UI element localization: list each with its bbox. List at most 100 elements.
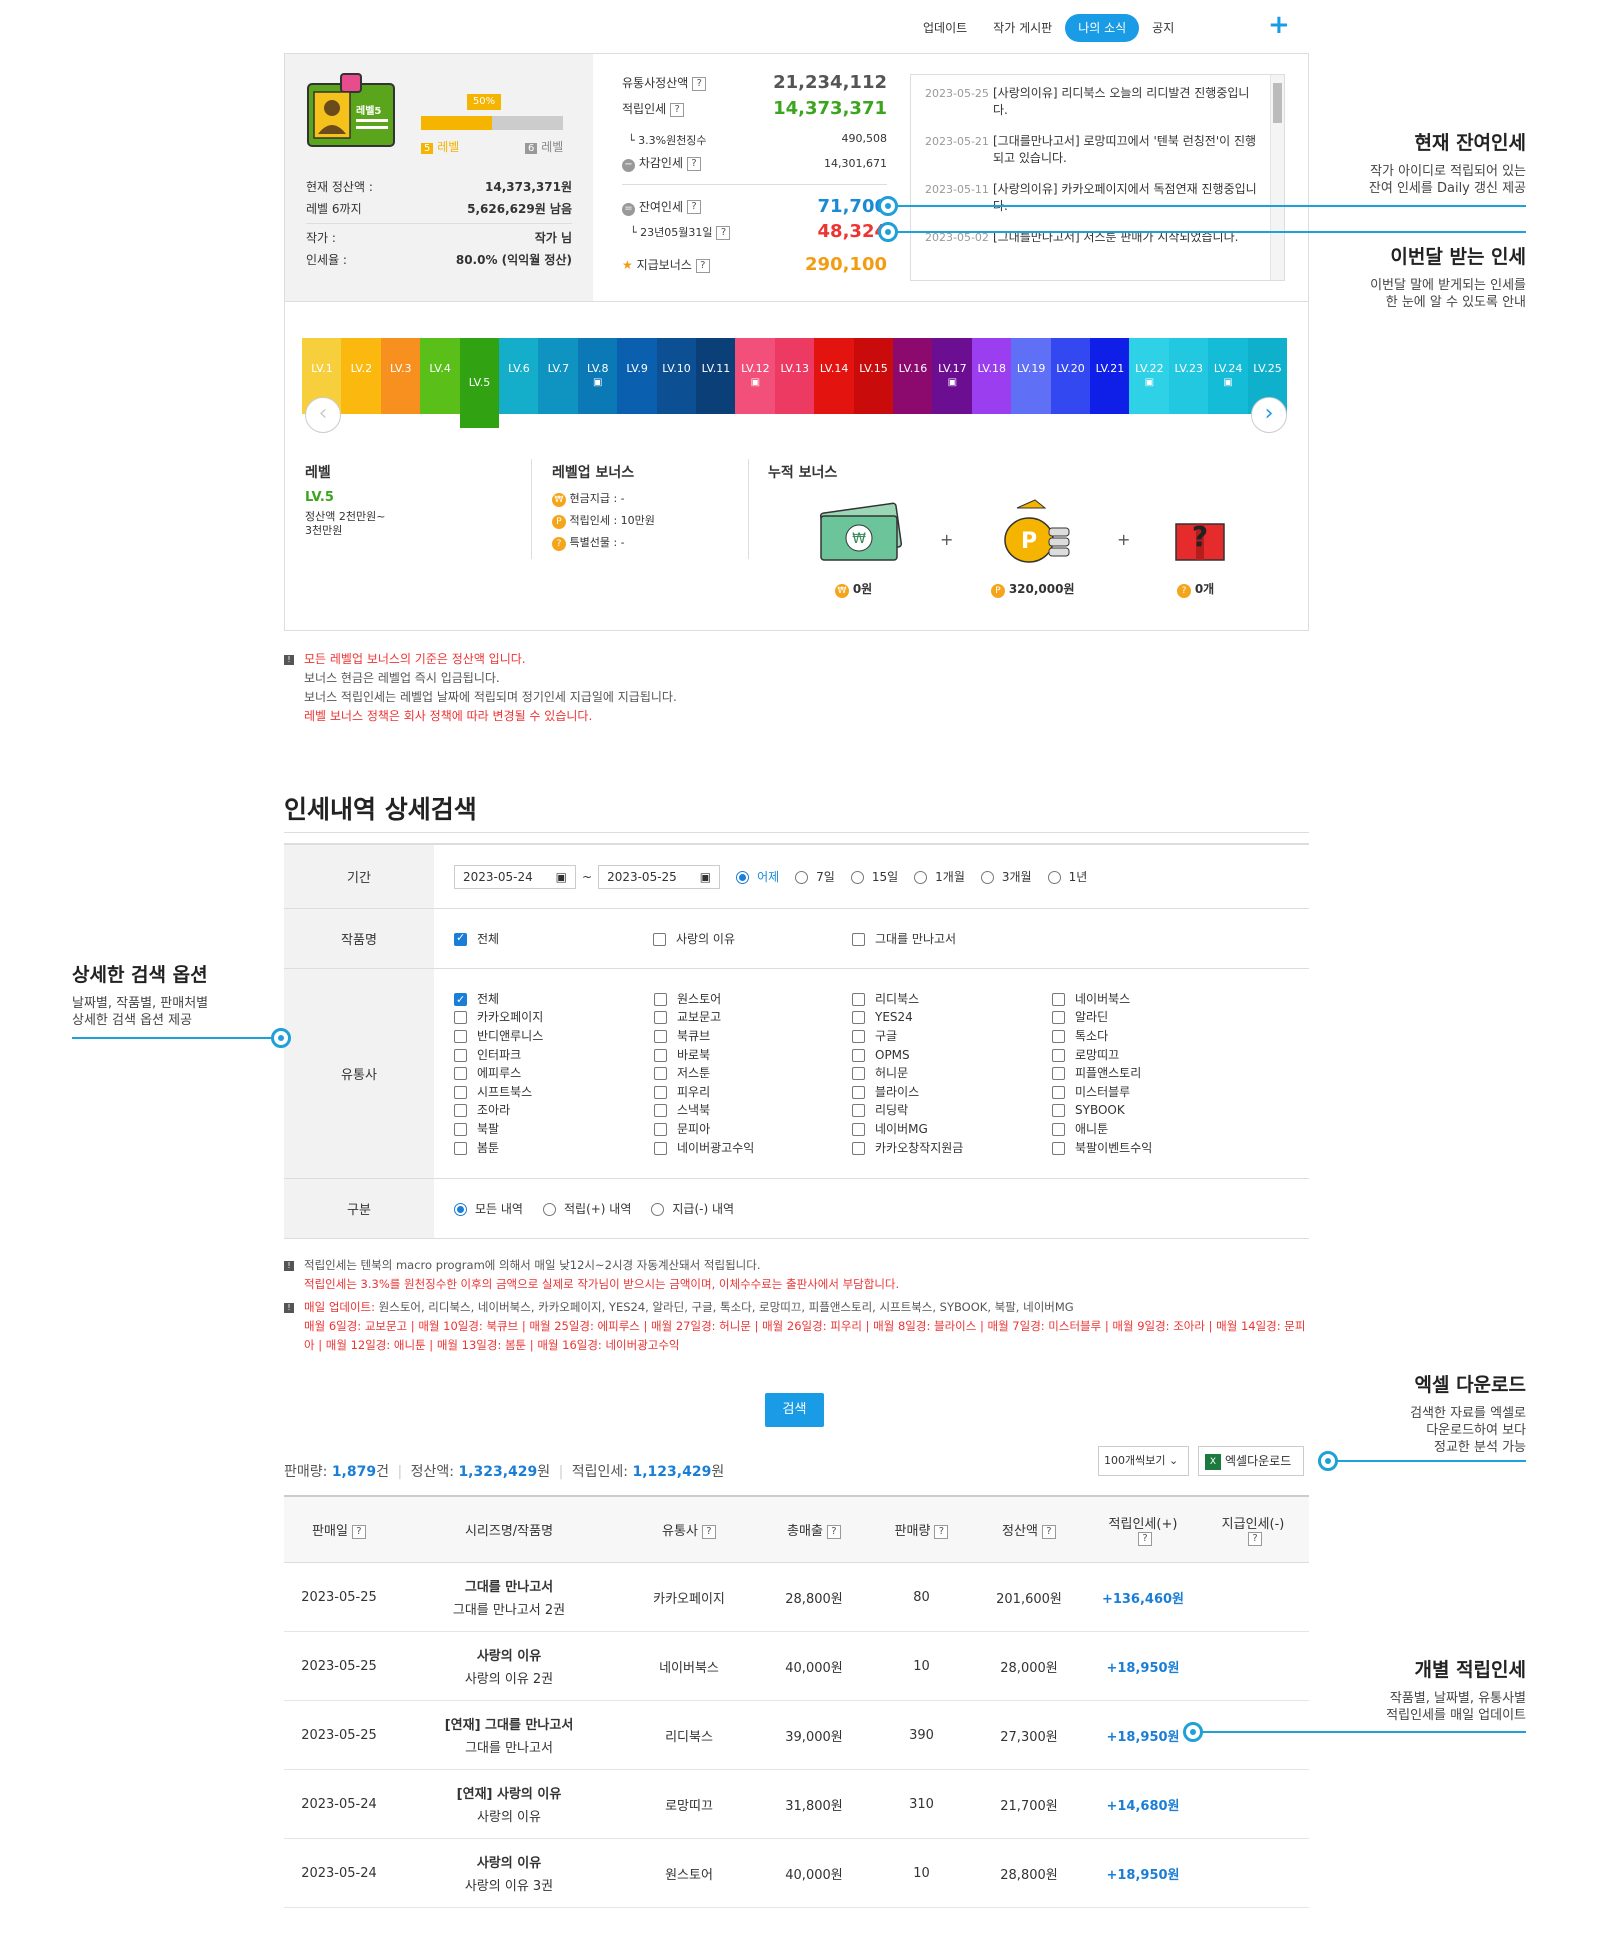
- distributor-checkbox[interactable]: 시프트북스: [454, 1083, 654, 1102]
- distributor-checkbox[interactable]: 미스터블루: [1052, 1083, 1252, 1102]
- distributor-checkbox[interactable]: OPMS: [852, 1046, 1052, 1065]
- distributor-checkbox[interactable]: 네이버MG: [852, 1120, 1052, 1139]
- distributor-checkbox[interactable]: 구글: [852, 1027, 1052, 1046]
- distributor-checkbox[interactable]: 피우리: [654, 1083, 852, 1102]
- distributor-checkbox[interactable]: 원스토어: [654, 990, 852, 1009]
- settle-amount: 28,000원: [1000, 1660, 1058, 1676]
- distributor-checkbox[interactable]: 스낵북: [654, 1101, 852, 1120]
- distributor-checkbox[interactable]: 애니툰: [1052, 1120, 1252, 1139]
- distributor-checkbox[interactable]: 에피루스: [454, 1064, 654, 1083]
- period-1y[interactable]: 1년: [1047, 868, 1087, 885]
- period-3m[interactable]: 3개월: [980, 868, 1032, 885]
- date-to-input[interactable]: 2023-05-25 ▣: [598, 864, 721, 889]
- sale-date: 2023-05-24: [301, 1796, 377, 1812]
- help-icon[interactable]: ?: [1041, 1524, 1056, 1539]
- distributor-label: 유통사: [284, 969, 434, 1178]
- distributor-checkbox[interactable]: 교보문고: [654, 1008, 852, 1027]
- distributor-checkbox[interactable]: 인터파크: [454, 1046, 654, 1065]
- notice-item[interactable]: 2023-05-25 [사랑의이유] 리디북스 오늘의 리디발견 진행중입니다.: [911, 85, 1284, 123]
- nav-update[interactable]: 업데이트: [910, 14, 980, 42]
- cum-gift-value: ? 0개: [1177, 580, 1214, 598]
- distributor-checkbox[interactable]: 저스툰: [654, 1064, 852, 1083]
- help-icon[interactable]: ?: [1138, 1532, 1152, 1546]
- period-yesterday[interactable]: 어제: [736, 868, 779, 885]
- distributor-checkbox[interactable]: 문피아: [654, 1120, 852, 1139]
- nav-author-board[interactable]: 작가 게시판: [980, 14, 1065, 42]
- excel-download-button[interactable]: X 엑셀다운로드: [1198, 1446, 1304, 1476]
- level-cell: LV.5: [459, 338, 500, 428]
- notice-item[interactable]: 2023-05-11[사랑의이유] 카카오페이지에서 독점연재 진행중입니다.: [911, 181, 1284, 219]
- distributor-checkbox[interactable]: 전체: [454, 990, 654, 1009]
- distributor-checkbox[interactable]: 북팔: [454, 1120, 654, 1139]
- distributor-checkbox[interactable]: SYBOOK: [1052, 1101, 1252, 1120]
- type-minus-radio[interactable]: 지급(-) 내역: [651, 1200, 734, 1217]
- type-plus-radio[interactable]: 적립(+) 내역: [542, 1200, 631, 1217]
- distributor-checkbox[interactable]: 톡소다: [1052, 1027, 1252, 1046]
- distributor: 리디북스: [665, 1729, 713, 1745]
- nav-notice[interactable]: 공지: [1139, 14, 1187, 42]
- distributor-checkbox[interactable]: 피플앤스토리: [1052, 1064, 1252, 1083]
- help-icon[interactable]: ?: [687, 156, 701, 171]
- distributor-checkbox[interactable]: 로망띠끄: [1052, 1046, 1252, 1065]
- callout-dot: [271, 1028, 291, 1048]
- date-from-input[interactable]: 2023-05-24 ▣: [454, 864, 576, 889]
- total-sales: 28,800원: [785, 1591, 843, 1607]
- period-7d[interactable]: 7일: [795, 868, 835, 885]
- distributor-checkbox[interactable]: 카카오창작지원금: [852, 1139, 1052, 1158]
- table-row[interactable]: 2023-05-25 그대를 만나고서 그대를 만나고서 2권 카카오페이지 28,80…: [284, 1563, 1309, 1632]
- distributor-checkbox[interactable]: 조아라: [454, 1101, 654, 1120]
- help-icon[interactable]: ?: [716, 225, 731, 240]
- table-row[interactable]: 2023-05-25 사랑의 이유 사랑의 이유 2권 네이버북스 40,000원 10 2…: [284, 1632, 1309, 1701]
- distributor-checkbox[interactable]: 카카오페이지: [454, 1008, 654, 1027]
- table-row[interactable]: 2023-05-25 [연재] 그대를 만나고서 그대를 만나고서 리디북스 39,00…: [284, 1701, 1309, 1770]
- period-15d[interactable]: 15일: [850, 868, 898, 885]
- distributor-checkbox[interactable]: 리디북스: [852, 990, 1052, 1009]
- notice-scrollbar[interactable]: [1270, 75, 1284, 280]
- distributor-checkbox[interactable]: 바로북: [654, 1046, 852, 1065]
- chevron-left-icon[interactable]: ‹: [305, 397, 341, 433]
- work-checkbox[interactable]: 그대를 만나고서: [852, 930, 956, 947]
- help-icon[interactable]: ?: [692, 76, 707, 91]
- distributor-checkbox[interactable]: 북큐브: [654, 1027, 852, 1046]
- help-icon[interactable]: ?: [687, 200, 701, 214]
- sale-date: 2023-05-25: [301, 1658, 377, 1674]
- nav-my-news[interactable]: 나의 소식: [1065, 14, 1140, 42]
- level-cell: LV.6: [499, 338, 539, 414]
- chevron-right-icon[interactable]: ›: [1251, 397, 1287, 433]
- notice-item[interactable]: 2023-05-02 [그대를만나고서] 저스툰 판매가 시작되었습니다.: [911, 229, 1284, 267]
- help-icon[interactable]: ?: [670, 102, 685, 117]
- work-all-checkbox[interactable]: 전체: [454, 930, 653, 947]
- help-icon[interactable]: ?: [934, 1524, 949, 1539]
- table-row[interactable]: 2023-05-24 [연재] 사랑의 이유 사랑의 이유 로망띠끄 31,800원 31…: [284, 1770, 1309, 1839]
- plus-icon[interactable]: +: [1268, 10, 1290, 40]
- distributor-checkbox[interactable]: 북팔이벤트수익: [1052, 1139, 1252, 1158]
- sale-date: 2023-05-25: [301, 1589, 377, 1605]
- level-cell: LV.10: [656, 338, 697, 414]
- per-page-select[interactable]: 100개씩보기 ⌄: [1098, 1446, 1189, 1476]
- distributor-checkbox[interactable]: 리딩락: [852, 1101, 1052, 1120]
- distributor-checkbox[interactable]: YES24: [852, 1008, 1052, 1027]
- distributor-checkbox[interactable]: 블라이스: [852, 1083, 1052, 1102]
- work-checkbox[interactable]: 사랑의 이유: [653, 930, 852, 947]
- level-cell: LV.2: [341, 338, 382, 414]
- table-row[interactable]: 2023-05-24 사랑의 이유 사랑의 이유 3권 원스토어 40,000원 10 28…: [284, 1839, 1309, 1908]
- help-icon[interactable]: ?: [1248, 1532, 1262, 1546]
- help-icon[interactable]: ?: [826, 1524, 841, 1539]
- type-all-radio[interactable]: 모든 내역: [454, 1200, 523, 1217]
- period-1m[interactable]: 1개월: [914, 868, 965, 885]
- help-icon[interactable]: ?: [695, 258, 710, 273]
- help-icon[interactable]: ?: [701, 1524, 716, 1539]
- distributor-checkbox[interactable]: 반디앤루니스: [454, 1027, 654, 1046]
- distributor-checkbox[interactable]: 네이버광고수익: [654, 1139, 852, 1158]
- withholding-label: 3.3%원천징수: [638, 134, 707, 147]
- distributor-checkbox[interactable]: 봄툰: [454, 1139, 654, 1158]
- search-button[interactable]: 검색: [765, 1393, 824, 1427]
- distributor-checkbox[interactable]: 네이버북스: [1052, 990, 1252, 1009]
- distributor-checkbox[interactable]: 알라딘: [1052, 1008, 1252, 1027]
- help-icon[interactable]: ?: [351, 1524, 366, 1539]
- distributor-checkbox[interactable]: 허니문: [852, 1064, 1052, 1083]
- level-label: LV.13: [780, 362, 809, 375]
- level-label: LV.23: [1174, 362, 1203, 375]
- notice-item[interactable]: 2023-05-21 [그대를만나고서] 로망띠끄에서 '텐북 런칭전'이 진행되…: [911, 133, 1284, 171]
- search-title: 인세내역 상세검색: [284, 795, 477, 824]
